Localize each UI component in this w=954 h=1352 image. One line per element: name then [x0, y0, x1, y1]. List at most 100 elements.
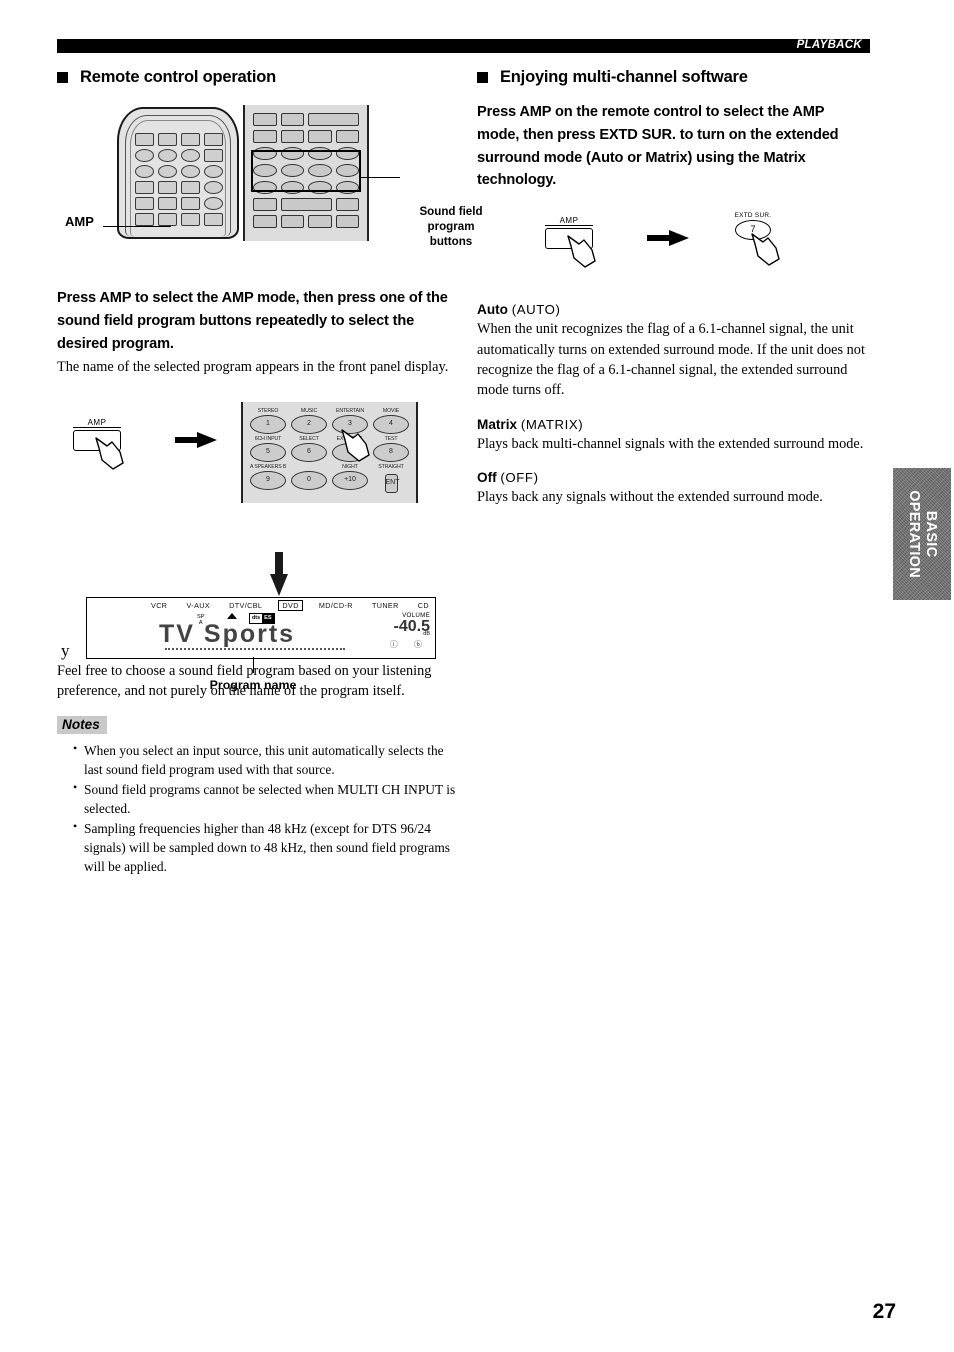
note-item: Sound field programs cannot be selected …	[73, 779, 457, 818]
keypad-cell: SELECT 6	[291, 436, 327, 462]
remote-key	[308, 215, 332, 228]
remote-detail-row	[253, 130, 359, 143]
amp-button-caption: AMP	[545, 216, 593, 227]
section-heading-remote-control: Remote control operation	[57, 68, 457, 87]
amp-button-caption: AMP	[73, 418, 121, 428]
sound-field-leader-line	[360, 177, 400, 179]
remote-key	[181, 165, 200, 178]
extd-sur-button-caption: EXTD SUR.	[734, 212, 772, 220]
keypad-cell: 0	[291, 464, 327, 493]
keypad-key: 1	[250, 414, 286, 434]
remote-detail-figure	[243, 105, 369, 241]
notes-list: When you select an input source, this un…	[57, 740, 457, 876]
remote-key	[158, 165, 177, 178]
remote-key	[253, 198, 277, 211]
remote-key	[280, 130, 304, 143]
remote-key	[135, 133, 154, 146]
pointing-hand-icon	[93, 432, 133, 470]
notes-title-badge: Notes	[57, 715, 107, 734]
side-tab-text: BASIC OPERATION	[905, 490, 939, 578]
remote-key	[158, 197, 177, 210]
fpd-caption-leader-line	[253, 657, 255, 673]
keypad-figure: STEREO 1 MUSIC 2 ENTERTAIN 3 MOVIE 4 6CH…	[241, 401, 418, 503]
amp-leader-line	[103, 226, 171, 228]
remote-key	[280, 215, 304, 228]
remote-detail-row	[253, 198, 359, 211]
playback-banner: PLAYBACK	[57, 39, 870, 53]
keypad-key: 6	[291, 442, 327, 462]
fpd-source-dvd-selected: DVD	[278, 600, 303, 611]
side-tab-line-1: BASIC	[923, 510, 940, 558]
pointing-hand-icon-extd	[749, 228, 789, 266]
remote-key	[158, 149, 177, 162]
fpd-source-list: VCR V-AUX DTV/CBL DVD MD/CD-R TUNER CD	[151, 600, 429, 611]
fpd-program-name: TV Sports	[159, 620, 296, 648]
fpd-source-vcr: VCR	[151, 601, 168, 610]
mode-off-name: Off	[477, 470, 497, 486]
remote-key	[204, 149, 223, 162]
press-sequence-illustration: AMP STEREO 1 MUSIC 2 ENTERTAIN 3 MOVIE 4…	[57, 400, 457, 512]
remote-key	[280, 113, 304, 126]
keypad-key: 9	[250, 470, 286, 490]
pointing-hand-icon-amp	[565, 230, 605, 268]
mode-auto-code: (AUTO)	[511, 302, 561, 318]
keypad-cell: 6CH INPUT 5	[250, 436, 286, 462]
mode-off-description: Plays back any signals without the exten…	[477, 489, 823, 506]
keypad-label: MUSIC	[300, 407, 318, 414]
fpd-source-dtvcbl: DTV/CBL	[229, 601, 263, 610]
keypad-key: 5	[250, 442, 286, 462]
left-body-paragraph: The name of the selected program appears…	[57, 359, 449, 376]
remote-key	[181, 197, 200, 210]
keypad-cell: NIGHT +10	[332, 464, 368, 493]
remote-key	[181, 213, 200, 226]
section-side-tab: BASIC OPERATION	[893, 468, 951, 600]
remote-keys-grid	[135, 133, 223, 233]
remote-key	[181, 181, 200, 194]
fpd-source-cd: CD	[417, 601, 429, 610]
keypad-row: 6CH INPUT 5 SELECT 6 EXTD SUR. 7 TEST 8	[250, 436, 409, 462]
keypad-label: A SPEAKERS B	[250, 463, 286, 470]
fpd-triangle-icon	[227, 613, 237, 619]
mode-off-heading: Off (OFF)	[477, 470, 870, 485]
bullet-square-icon	[57, 72, 68, 83]
arrow-down-icon	[270, 552, 288, 596]
mode-off: Off (OFF) Plays back any signals without…	[477, 470, 870, 507]
mode-auto: Auto (AUTO) When the unit recognizes the…	[477, 302, 870, 401]
keypad-label: MOVIE	[382, 407, 400, 414]
mode-off-code: (OFF)	[500, 470, 539, 486]
section-heading-text: Remote control operation	[80, 68, 276, 86]
keypad-label: STRAIGHT	[378, 463, 404, 470]
playback-banner-label: PLAYBACK	[796, 39, 862, 51]
remote-key	[181, 149, 200, 162]
notes-block: Notes When you select an input source, t…	[57, 715, 457, 876]
fpd-source-tuner: TUNER	[371, 601, 399, 610]
label-amp: AMP	[65, 214, 94, 229]
fpd-source-mdcdr: MD/CD-R	[318, 601, 353, 610]
remote-key	[204, 213, 223, 226]
keypad-label: SELECT	[299, 435, 319, 442]
mode-matrix-heading: Matrix (MATRIX)	[477, 417, 870, 432]
press-sequence-illustration-right: AMP EXTD SUR. 7	[477, 202, 870, 288]
fpd-volume-unit: dB	[423, 631, 430, 637]
note-item: When you select an input source, this un…	[73, 740, 457, 779]
section-heading-multichannel: Enjoying multi-channel software	[477, 68, 870, 87]
remote-key	[135, 213, 154, 226]
keypad-label: 6CH INPUT	[254, 435, 282, 442]
keypad-cell: STEREO 1	[250, 408, 286, 434]
remote-key	[135, 149, 154, 162]
keypad-key: +10	[332, 470, 368, 490]
keypad-cell: STRAIGHT ENT	[373, 464, 409, 493]
keypad-cell: A SPEAKERS B 9	[250, 464, 286, 493]
left-column: Remote control operation AMP Sound field…	[57, 68, 483, 877]
remote-key	[158, 181, 177, 194]
remote-full-body-figure	[117, 107, 239, 239]
page-number: 27	[872, 1300, 896, 1323]
keypad-label: NIGHT	[342, 463, 358, 470]
keypad-label: ENTERTAIN	[335, 407, 365, 414]
keypad-cell: MUSIC 2	[291, 408, 327, 434]
keypad-key: ENT	[384, 473, 400, 493]
remote-detail-row	[253, 113, 359, 126]
remote-key	[253, 113, 277, 126]
mode-matrix-description: Plays back multi-channel signals with th…	[477, 435, 864, 452]
remote-key	[204, 181, 223, 194]
